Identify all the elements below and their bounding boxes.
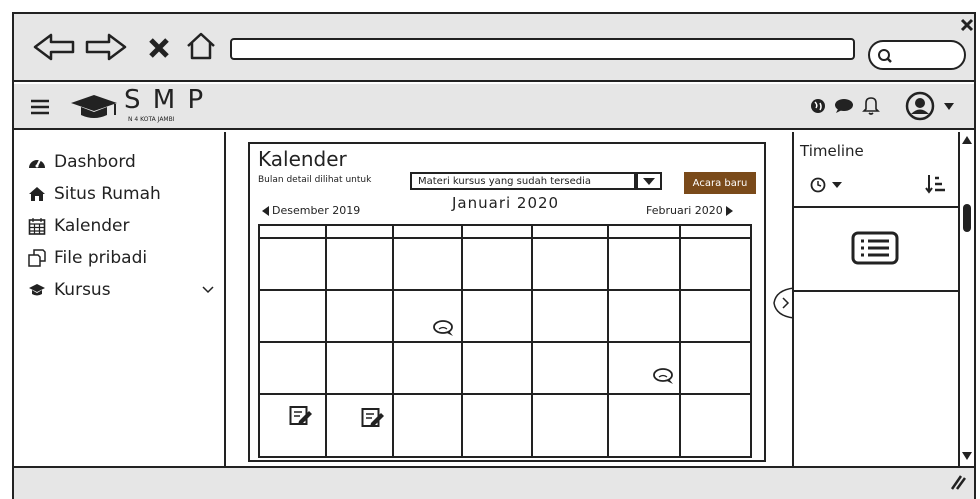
- prev-month-link[interactable]: Desember 2019: [262, 204, 360, 217]
- globe-icon[interactable]: [808, 96, 828, 116]
- sidebar-item-label: Kalender: [54, 216, 130, 236]
- calendar-grid: [258, 224, 752, 458]
- chevron-down-icon[interactable]: [942, 100, 956, 112]
- back-arrow-icon[interactable]: [32, 32, 76, 62]
- sidebar-item-label: Kursus: [54, 280, 111, 300]
- sidebar-item-private-files[interactable]: File pribadi: [28, 248, 147, 268]
- timeline-divider: [794, 206, 958, 208]
- caret-left-icon: [262, 205, 269, 216]
- chevron-down-icon: [642, 176, 656, 186]
- sidebar-item-label: Dashbord: [54, 152, 136, 172]
- files-icon: [28, 249, 46, 267]
- status-bar: [14, 466, 974, 499]
- page-scrollbar[interactable]: [958, 132, 974, 466]
- dashboard-icon: [28, 154, 46, 170]
- timeline-title: Timeline: [800, 142, 864, 160]
- sidebar: Dashbord Situs Rumah Kalender File priba…: [14, 132, 226, 466]
- event-chat-icon[interactable]: [650, 366, 676, 386]
- home-icon: [28, 186, 46, 202]
- stop-icon[interactable]: [144, 34, 174, 62]
- course-filter-select[interactable]: Materi kursus yang sudah tersedia: [410, 172, 636, 190]
- sidebar-item-courses[interactable]: Kursus: [28, 280, 111, 300]
- calendar-icon: [28, 217, 46, 235]
- logo-text: S M P: [124, 85, 206, 115]
- select-dropdown-button[interactable]: [636, 172, 662, 190]
- bell-icon[interactable]: [860, 94, 882, 116]
- new-event-label: Acara baru: [692, 177, 748, 189]
- scrollbar-thumb[interactable]: [963, 204, 971, 232]
- chat-bubble-icon[interactable]: [832, 96, 856, 116]
- detail-label: Bulan detail dilihat untuk: [258, 175, 372, 185]
- next-month-label: Februari 2020: [646, 204, 723, 217]
- forward-arrow-icon[interactable]: [84, 32, 128, 62]
- sidebar-item-label: Situs Rumah: [54, 184, 161, 204]
- chevron-down-icon[interactable]: [200, 284, 216, 296]
- clock-icon[interactable]: [808, 174, 848, 196]
- sidebar-item-label: File pribadi: [54, 248, 148, 268]
- drawer-toggle-icon[interactable]: [772, 286, 794, 320]
- caret-right-icon: [725, 205, 733, 216]
- timeline-divider: [794, 290, 958, 292]
- search-icon: [876, 47, 894, 65]
- home-icon[interactable]: [184, 30, 218, 62]
- select-value: Materi kursus yang sudah tersedia: [418, 175, 592, 187]
- next-month-link[interactable]: Februari 2020: [646, 204, 733, 217]
- graduation-cap-icon: [28, 283, 46, 297]
- event-edit-icon[interactable]: [360, 406, 386, 430]
- prev-month-label: Desember 2019: [272, 204, 361, 217]
- logo-graduation-cap-icon: [68, 92, 120, 122]
- user-avatar-icon[interactable]: [904, 90, 936, 122]
- sidebar-item-dashboard[interactable]: Dashbord: [28, 152, 136, 172]
- menu-icon[interactable]: [28, 96, 52, 118]
- sidebar-item-calendar[interactable]: Kalender: [28, 216, 129, 236]
- new-event-button[interactable]: Acara baru: [684, 172, 756, 194]
- event-chat-icon[interactable]: [430, 318, 456, 338]
- page-title: Kalender: [258, 147, 347, 171]
- scroll-down-icon[interactable]: [960, 450, 974, 462]
- logo-subtext: N 4 KOTA JAMBI: [128, 116, 175, 123]
- resize-handle-icon[interactable]: [944, 472, 968, 492]
- list-icon: [850, 230, 900, 266]
- scroll-up-icon[interactable]: [960, 134, 974, 146]
- search-input[interactable]: [868, 40, 966, 70]
- sort-icon[interactable]: [922, 172, 948, 196]
- current-month: Januari 2020: [452, 194, 560, 212]
- sidebar-item-site-home[interactable]: Situs Rumah: [28, 184, 161, 204]
- url-input[interactable]: [230, 38, 855, 60]
- event-edit-icon[interactable]: [288, 404, 314, 428]
- close-window-icon[interactable]: [958, 16, 976, 34]
